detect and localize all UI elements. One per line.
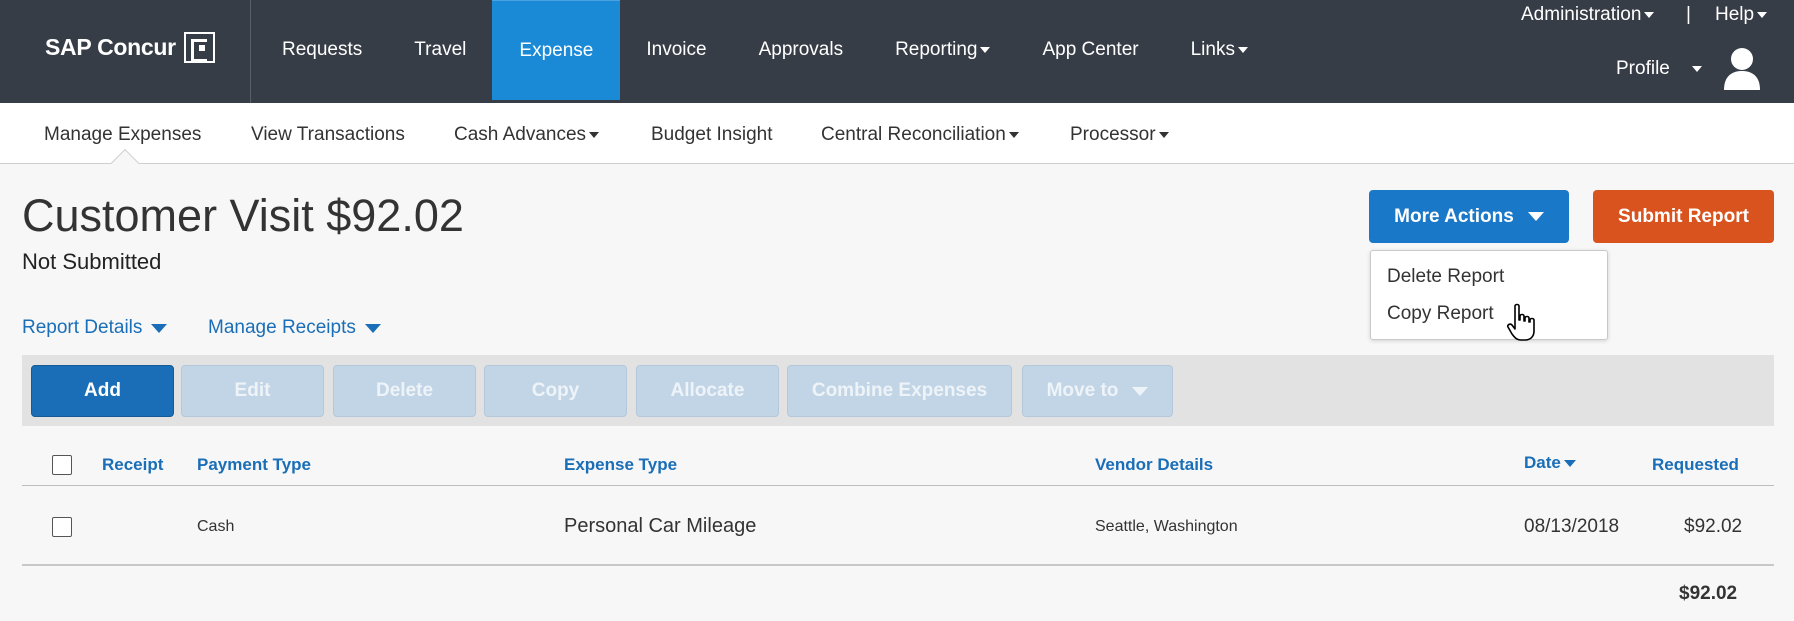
caret-down-icon: [1158, 132, 1169, 138]
column-header-receipt[interactable]: Receipt: [102, 455, 163, 475]
avatar-icon[interactable]: [1722, 46, 1762, 92]
combine-expenses-button[interactable]: Combine Expenses: [787, 365, 1012, 417]
column-header-payment-type[interactable]: Payment Type: [197, 455, 311, 475]
column-header-requested[interactable]: Requested: [1652, 455, 1739, 475]
divider: [250, 0, 251, 103]
copy-button[interactable]: Copy: [484, 365, 627, 417]
caret-down-icon: [1757, 12, 1768, 18]
report-title: Customer Visit $92.02: [22, 190, 464, 241]
report-status: Not Submitted: [22, 249, 162, 274]
caret-down-icon: [980, 47, 991, 53]
sap-concur-logo[interactable]: SAP Concur: [45, 32, 215, 63]
nav-requests[interactable]: Requests: [256, 0, 388, 100]
administration-menu[interactable]: Administration: [1521, 4, 1655, 26]
sub-nav: Manage Expenses View Transactions Cash A…: [0, 103, 1794, 164]
sort-descending-icon: [1563, 459, 1576, 467]
nav-travel[interactable]: Travel: [388, 0, 492, 100]
column-header-date[interactable]: Date: [1524, 453, 1576, 473]
subnav-cash-advances[interactable]: Cash Advances: [454, 124, 600, 146]
profile-menu[interactable]: Profile: [1616, 58, 1702, 80]
row-requested: $92.02: [1684, 516, 1743, 537]
total-divider: [22, 564, 1774, 566]
caret-down-icon: [364, 323, 381, 333]
menu-item-copy-report[interactable]: Copy Report: [1387, 303, 1494, 325]
caret-down-icon: [151, 323, 168, 333]
nav-links[interactable]: Links: [1165, 0, 1274, 100]
top-bar: SAP Concur Requests Travel Expense Invoi…: [0, 0, 1794, 103]
row-expense-type: Personal Car Mileage: [564, 515, 757, 537]
caret-down-icon: [1008, 132, 1019, 138]
more-actions-button[interactable]: More Actions: [1369, 190, 1569, 243]
caret-down-icon: [1237, 47, 1248, 53]
utility-separator: |: [1686, 4, 1691, 25]
more-actions-menu: Delete Report Copy Report: [1370, 250, 1608, 340]
concur-logo-icon: [183, 32, 215, 63]
subnav-manage-expenses[interactable]: Manage Expenses: [44, 124, 201, 146]
subnav-central-reconciliation[interactable]: Central Reconciliation: [821, 124, 1019, 146]
row-date: 08/13/2018: [1524, 516, 1620, 537]
caret-down-icon: [1527, 212, 1544, 221]
hand-cursor-icon: [1507, 303, 1535, 341]
caret-down-icon: [1644, 12, 1655, 18]
subnav-budget-insight[interactable]: Budget Insight: [651, 124, 772, 146]
allocate-button[interactable]: Allocate: [636, 365, 779, 417]
select-all-checkbox[interactable]: [52, 455, 72, 475]
column-header-expense-type[interactable]: Expense Type: [564, 455, 677, 475]
caret-down-icon: [1132, 386, 1149, 396]
row-vendor-details: Seattle, Washington: [1095, 518, 1238, 535]
manage-receipts-menu[interactable]: Manage Receipts: [208, 317, 381, 339]
report-total: $92.02: [1679, 583, 1738, 604]
menu-item-delete-report[interactable]: Delete Report: [1387, 266, 1504, 288]
column-header-vendor-details[interactable]: Vendor Details: [1095, 455, 1213, 475]
subnav-view-transactions[interactable]: View Transactions: [251, 124, 405, 146]
subnav-processor[interactable]: Processor: [1070, 124, 1169, 146]
header-divider: [22, 485, 1774, 486]
edit-button[interactable]: Edit: [181, 365, 324, 417]
brand-name: SAP Concur: [45, 34, 176, 60]
expense-toolbar: Add Edit Delete Copy Allocate Combine Ex…: [22, 355, 1774, 426]
row-checkbox[interactable]: [52, 517, 72, 537]
row-payment-type: Cash: [197, 518, 235, 535]
nav-approvals[interactable]: Approvals: [733, 0, 870, 100]
submit-report-button[interactable]: Submit Report: [1593, 190, 1774, 243]
report-details-menu[interactable]: Report Details: [22, 317, 168, 339]
nav-app-center[interactable]: App Center: [1016, 0, 1164, 100]
nav-reporting[interactable]: Reporting: [869, 0, 1016, 100]
main-nav: Requests Travel Expense Invoice Approval…: [256, 0, 1274, 100]
add-button[interactable]: Add: [31, 365, 174, 417]
caret-down-icon: [589, 132, 600, 138]
delete-button[interactable]: Delete: [333, 365, 476, 417]
caret-down-icon: [1691, 66, 1702, 72]
nav-expense[interactable]: Expense: [492, 0, 621, 100]
nav-invoice[interactable]: Invoice: [620, 0, 732, 100]
help-menu[interactable]: Help: [1715, 4, 1768, 26]
move-to-button[interactable]: Move to: [1022, 365, 1173, 417]
